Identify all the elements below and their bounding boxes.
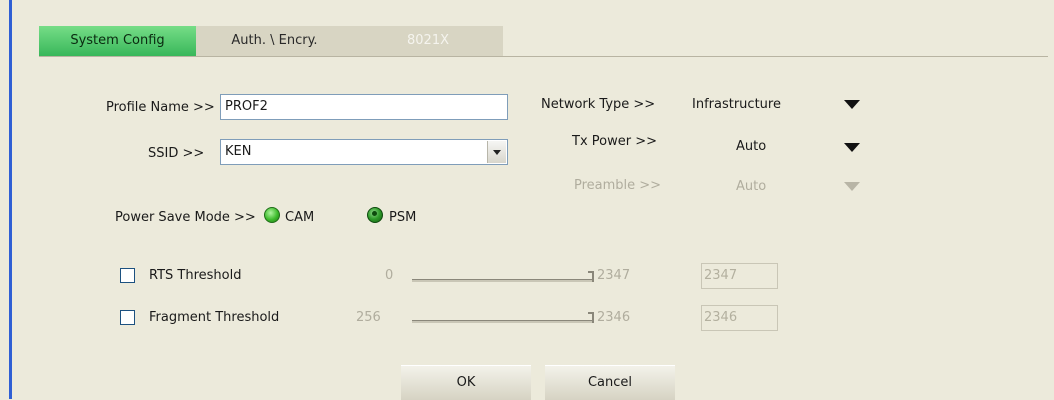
psm-radio-label[interactable]: PSM	[389, 210, 416, 225]
ssid-value: KEN	[225, 144, 252, 159]
rts-threshold-checkbox[interactable]	[120, 268, 135, 283]
ssid-combobox[interactable]: KEN	[220, 139, 508, 165]
tab-system-config[interactable]: System Config	[39, 26, 196, 56]
fragment-min-label: 256	[356, 310, 381, 325]
preamble-dropdown-arrow-icon	[844, 182, 860, 191]
profile-name-label: Profile Name >>	[106, 100, 215, 115]
tab-auth-encry[interactable]: Auth. \ Encry.	[196, 26, 353, 56]
preamble-value: Auto	[736, 179, 767, 194]
power-save-mode-label: Power Save Mode >>	[115, 210, 256, 225]
fragment-max-label: 2346	[597, 310, 631, 325]
profile-name-input[interactable]: PROF2	[220, 94, 508, 120]
rts-max-label: 2347	[597, 268, 631, 283]
fragment-value-input: 2346	[701, 305, 778, 331]
cam-radio[interactable]	[264, 207, 280, 223]
fragment-threshold-checkbox[interactable]	[120, 310, 135, 325]
network-type-dropdown-arrow-icon[interactable]	[844, 100, 860, 109]
rts-min-label: 0	[385, 268, 394, 283]
ssid-label: SSID >>	[148, 146, 205, 161]
network-type-label: Network Type >>	[541, 97, 656, 112]
rts-value-input: 2347	[701, 263, 778, 289]
ok-button[interactable]: OK	[401, 365, 531, 400]
network-type-value[interactable]: Infrastructure	[692, 97, 781, 112]
fragment-threshold-label: Fragment Threshold	[149, 310, 280, 325]
tx-power-value[interactable]: Auto	[736, 139, 766, 154]
psm-radio[interactable]	[367, 207, 383, 223]
preamble-label: Preamble >>	[574, 178, 662, 193]
rts-slider-track	[412, 279, 592, 282]
tx-power-dropdown-arrow-icon[interactable]	[844, 143, 860, 152]
window-left-edge	[9, 0, 12, 399]
cancel-button[interactable]: Cancel	[545, 365, 675, 400]
cam-radio-label[interactable]: CAM	[285, 210, 314, 225]
fragment-slider-thumb	[588, 312, 594, 323]
tx-power-label: Tx Power >>	[572, 134, 657, 149]
rts-threshold-label: RTS Threshold	[149, 268, 242, 283]
rts-slider-thumb	[588, 271, 594, 282]
fragment-slider-track	[412, 320, 592, 323]
tab-divider	[39, 56, 1048, 57]
tab-8021x[interactable]: 8021X	[353, 26, 503, 56]
ssid-dropdown-button[interactable]	[487, 141, 506, 163]
